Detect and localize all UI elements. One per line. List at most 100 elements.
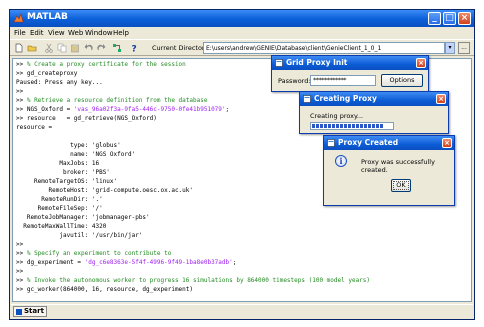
proxy-created-title-bar[interactable]: Proxy Created × — [324, 136, 454, 150]
proxy-created-dialog: Proxy Created × i Proxy was successfully… — [323, 135, 455, 206]
console-line: >> gd_createproxy — [16, 70, 77, 78]
start-button[interactable]: Start — [13, 306, 47, 317]
creating-proxy-title-bar[interactable]: Creating Proxy × — [300, 92, 448, 106]
progress-segment — [364, 124, 367, 128]
console-text: >> NGS_Oxford = — [16, 106, 74, 113]
console-line: >> gc_worker(864000, 16, resource, dg_ex… — [16, 286, 193, 294]
grid-proxy-close-button[interactable]: × — [416, 58, 426, 68]
progress-bar — [310, 122, 394, 130]
console-text: name: 'NGS Oxford' — [16, 151, 136, 158]
console-text: >> — [16, 250, 27, 257]
cut-icon[interactable] — [44, 43, 54, 53]
progress-segment — [360, 124, 363, 128]
grid-proxy-init-title-bar[interactable]: Grid Proxy Init × — [272, 56, 428, 70]
console-text: resource = — [16, 124, 53, 131]
console-line: Paused: Press any key... — [16, 79, 103, 87]
progress-segment — [372, 124, 375, 128]
proxy-created-message: Proxy was successfully created. — [361, 158, 435, 174]
password-field[interactable]: ************ — [310, 75, 376, 86]
console-line: >> % Invoke the autonomous worker to pro… — [16, 277, 370, 285]
progress-segment — [376, 124, 379, 128]
console-text: Paused: Press any key... — [16, 79, 103, 86]
console-text: >> dg_experiment = — [16, 259, 85, 266]
redo-icon[interactable] — [96, 43, 106, 53]
menu-file[interactable]: File — [14, 29, 26, 37]
console-text: >> resource = gd_retrieve(NGS_Oxford) — [16, 115, 157, 122]
proxy-created-close-button[interactable]: × — [442, 138, 452, 148]
console-comment: % Create a proxy certificate for the ses… — [26, 61, 186, 68]
console-string: 'dg_c6e8363e-5f4f-4996-9f49-1ba8e0b37adb… — [84, 259, 233, 266]
start-label: Start — [24, 307, 44, 315]
console-line: >> % Specify an experiment to contribute… — [16, 250, 171, 258]
open-folder-icon[interactable] — [27, 43, 37, 53]
close-button[interactable]: × — [458, 12, 471, 25]
progress-segment — [352, 124, 355, 128]
creating-proxy-message: Creating proxy... — [310, 112, 364, 120]
progress-segment — [316, 124, 319, 128]
undo-icon[interactable] — [84, 43, 94, 53]
new-file-icon[interactable] — [14, 43, 24, 53]
simulink-icon[interactable] — [112, 43, 122, 53]
close-icon: × — [460, 13, 469, 23]
console-line: resource = — [16, 124, 52, 132]
paste-icon[interactable] — [70, 43, 80, 53]
console-text: RemoteRunDir: '.' — [16, 196, 103, 203]
console-text: >> — [16, 241, 24, 248]
progress-segment — [336, 124, 339, 128]
console-line: type: 'globus' — [16, 142, 121, 150]
matlab-logo-icon — [13, 13, 24, 23]
console-text: RemoteJobManager: 'jobmanager-pbs' — [16, 214, 150, 221]
menu-web[interactable]: Web — [68, 29, 83, 37]
menu-help[interactable]: Help — [113, 29, 129, 37]
console-text: >> — [16, 61, 27, 68]
ok-button[interactable]: OK — [391, 179, 411, 192]
console-line: >> % Create a proxy certificate for the … — [16, 61, 186, 69]
menu-edit[interactable]: Edit — [30, 29, 44, 37]
dialog-app-icon — [275, 59, 283, 67]
copy-icon[interactable] — [57, 43, 67, 53]
menu-window[interactable]: Window — [85, 29, 113, 37]
current-directory-field[interactable]: E:\users\andrew\GENIE\Database\client\Ge… — [203, 42, 445, 54]
menu-bar: File Edit View Web Window Help — [10, 27, 474, 39]
help-icon[interactable]: ? — [129, 43, 139, 54]
console-text: >> — [16, 268, 24, 275]
options-button[interactable]: Options — [381, 74, 423, 87]
console-line: javutil: '/usr/bin/jar' — [16, 232, 142, 240]
minimize-button[interactable]: _ — [428, 12, 441, 25]
console-line: RemoteJobManager: 'jobmanager-pbs' — [16, 214, 150, 222]
progress-segment — [324, 124, 327, 128]
svg-text:?: ? — [132, 45, 137, 54]
progress-segment — [348, 124, 351, 128]
directory-dropdown[interactable]: ▾ — [445, 42, 455, 54]
creating-proxy-close-button[interactable]: × — [436, 94, 446, 104]
progress-fill — [312, 124, 386, 128]
chevron-down-icon: ▾ — [448, 44, 452, 51]
console-text: >> — [16, 97, 27, 104]
progress-segment — [356, 124, 359, 128]
browse-button[interactable]: ... — [458, 42, 470, 54]
console-line: >> NGS_Oxford = 'vas_96a02f3a-9fa5-446c-… — [16, 106, 229, 114]
grid-proxy-init-dialog: Grid Proxy Init × Password: ************… — [271, 55, 429, 92]
console-text: >> gc_worker(864000, 16, resource, dg_ex… — [16, 286, 194, 293]
password-label: Password: — [278, 77, 311, 85]
console-text: RemoteMaxWallTime: 4320 — [16, 223, 107, 230]
progress-segment — [380, 124, 383, 128]
console-line: RemoteTargetOS: 'linux' — [16, 178, 117, 186]
console-text: >> gd_createproxy — [16, 70, 78, 77]
console-line: RemoteMaxWallTime: 4320 — [16, 223, 106, 231]
progress-segment — [312, 124, 315, 128]
creating-proxy-dialog: Creating Proxy × Creating proxy... — [299, 91, 449, 134]
title-bar[interactable]: MATLAB _ □ × — [10, 10, 474, 27]
progress-segment — [340, 124, 343, 128]
console-comment: % Specify an experiment to contribute to — [26, 250, 172, 257]
console-text: MaxJobs: 16 — [16, 160, 100, 167]
menu-view[interactable]: View — [48, 29, 65, 37]
console-line: MaxJobs: 16 — [16, 160, 99, 168]
proxy-created-title: Proxy Created — [338, 138, 399, 147]
console-line: name: 'NGS Oxford' — [16, 151, 135, 159]
console-text: ; — [232, 259, 237, 266]
console-line: >> dg_experiment = 'dg_c6e8363e-5f4f-499… — [16, 259, 236, 267]
maximize-button[interactable]: □ — [443, 12, 456, 25]
progress-segment — [332, 124, 335, 128]
progress-segment — [328, 124, 331, 128]
